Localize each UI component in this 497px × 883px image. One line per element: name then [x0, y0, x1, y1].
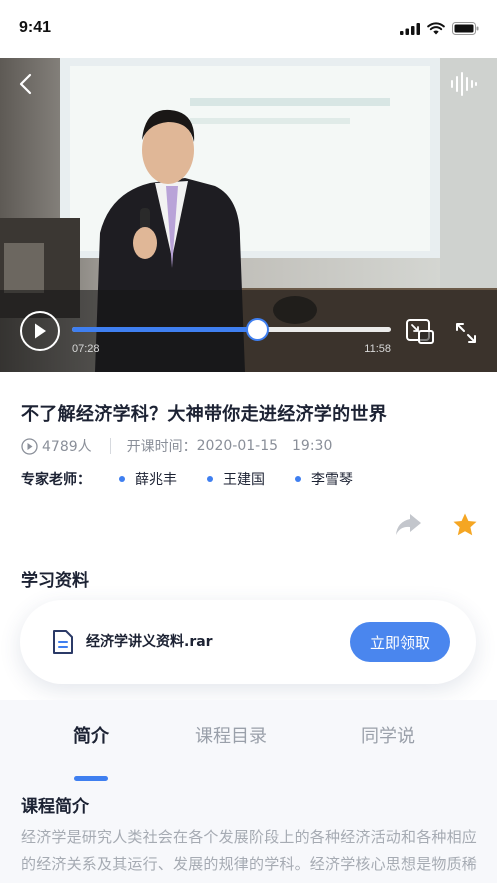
- detail-section: 简介 课程目录 同学说 课程简介 经济学是研究人类社会在各个发展阶段上的各种经济…: [0, 700, 497, 883]
- progress-thumb[interactable]: [245, 318, 269, 341]
- audio-mode-icon[interactable]: [450, 72, 478, 96]
- picture-in-picture-icon[interactable]: [405, 318, 435, 346]
- bullet-dot: [119, 476, 125, 482]
- claim-now-button[interactable]: 立即领取: [350, 622, 450, 662]
- views-play-icon: [21, 437, 38, 455]
- course-meta: 4789人 开课时间： 2020-01-15 19:30: [21, 436, 332, 456]
- status-icons: [400, 22, 479, 35]
- expert-name: 李雪琴: [311, 472, 353, 488]
- tab-intro[interactable]: 简介: [73, 722, 109, 748]
- status-time: 9:41: [19, 19, 52, 36]
- material-file-name[interactable]: 经济学讲义资料.rar: [86, 631, 213, 651]
- bullet-dot: [207, 476, 213, 482]
- intro-title: 课程简介: [21, 797, 89, 817]
- expert-item[interactable]: 薛兆丰: [119, 469, 177, 489]
- bullet-dot: [295, 476, 301, 482]
- document-icon: [53, 630, 73, 654]
- progress-fill: [72, 327, 258, 332]
- expert-item[interactable]: 王建国: [207, 469, 265, 489]
- material-card: 经济学讲义资料.rar 立即领取: [20, 600, 476, 684]
- play-button[interactable]: [20, 311, 60, 351]
- fullscreen-icon[interactable]: [454, 321, 478, 345]
- video-player[interactable]: 07:28 11:58: [0, 58, 497, 372]
- tab-catalog[interactable]: 课程目录: [195, 722, 267, 748]
- view-count: 4789人: [42, 439, 92, 455]
- start-date: 2020-01-15: [196, 438, 279, 454]
- tab-classmates[interactable]: 同学说: [361, 722, 415, 748]
- battery-icon: [452, 22, 479, 35]
- expert-name: 薛兆丰: [135, 472, 177, 488]
- total-time: 11:58: [364, 343, 391, 355]
- materials-section-title: 学习资料: [21, 571, 89, 591]
- current-time: 07:28: [72, 343, 100, 355]
- expert-item[interactable]: 李雪琴: [295, 469, 353, 489]
- status-bar: 9:41: [0, 0, 497, 58]
- back-arrow-icon[interactable]: [16, 72, 36, 96]
- cellular-signal-icon: [400, 22, 420, 35]
- intro-text: 经济学是研究人类社会在各个发展阶段上的各种经济活动和各种相应的经济关系及其运行、…: [21, 828, 477, 883]
- active-tab-indicator: [74, 776, 108, 781]
- progress-bar[interactable]: [72, 327, 391, 332]
- experts-label: 专家老师：: [21, 472, 91, 488]
- favorite-star-icon[interactable]: [452, 512, 478, 538]
- start-label: 开课时间：: [126, 439, 197, 455]
- tab-bar: 简介 课程目录 同学说: [0, 722, 497, 781]
- play-icon: [35, 323, 46, 339]
- experts-row: 专家老师： 薛兆丰 王建国 李雪琴: [21, 468, 383, 490]
- start-time: 19:30: [292, 438, 333, 454]
- share-icon[interactable]: [394, 512, 422, 538]
- wifi-icon: [427, 22, 445, 35]
- expert-name: 王建国: [223, 472, 265, 488]
- course-title: 不了解经济学科？大神带你走进经济学的世界: [21, 404, 387, 425]
- meta-divider: [109, 438, 111, 454]
